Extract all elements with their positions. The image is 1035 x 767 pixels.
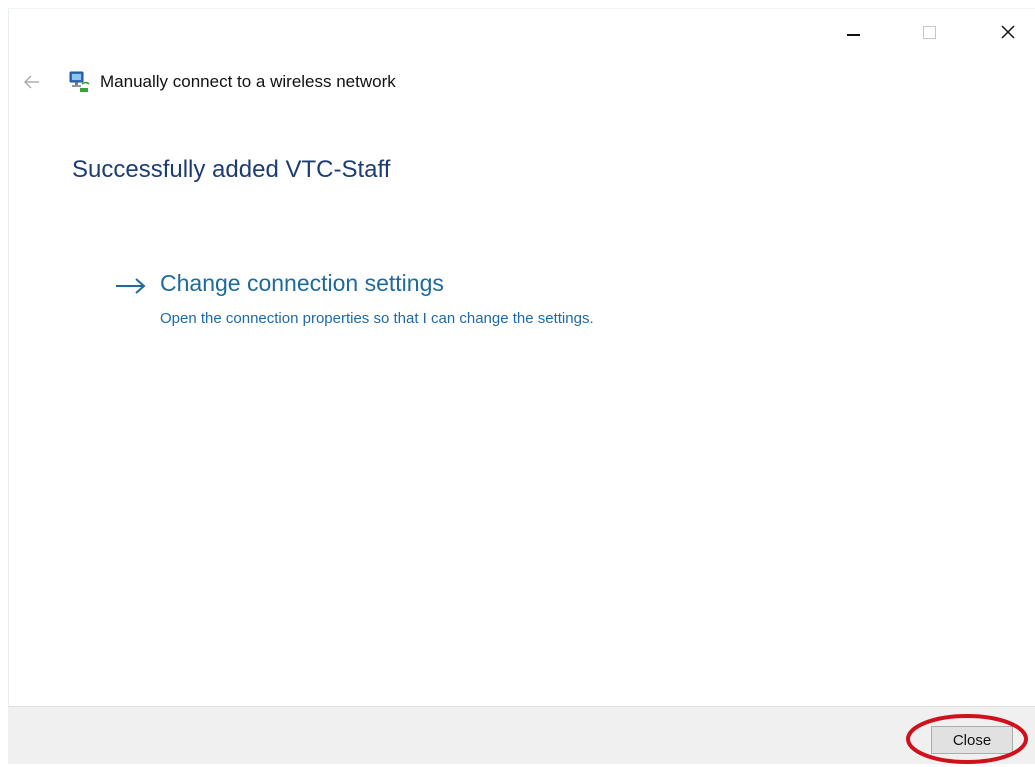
back-arrow-icon[interactable] xyxy=(22,72,42,92)
wizard-window: Manually connect to a wireless network S… xyxy=(0,0,1035,764)
minimize-icon xyxy=(846,34,860,36)
close-window-button[interactable] xyxy=(985,14,1031,50)
success-heading: Successfully added VTC-Staff xyxy=(72,156,391,183)
footer-bar xyxy=(8,706,1035,764)
window-border-left xyxy=(8,8,9,764)
link-title: Change connection settings xyxy=(160,270,444,296)
close-button[interactable]: Close xyxy=(931,726,1013,754)
arrow-right-icon xyxy=(116,278,146,294)
maximize-icon xyxy=(922,25,936,39)
wizard-title: Manually connect to a wireless network xyxy=(100,72,396,91)
window-border-top xyxy=(8,8,1035,9)
minimize-button[interactable] xyxy=(830,14,876,50)
maximize-button[interactable] xyxy=(906,14,952,50)
link-description: Open the connection properties so that I… xyxy=(160,310,594,327)
close-icon xyxy=(1001,25,1015,39)
wireless-network-icon xyxy=(69,71,90,92)
